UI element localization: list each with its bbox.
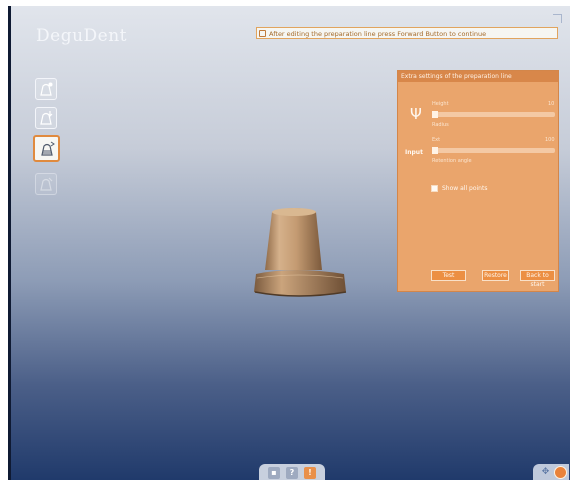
help-button[interactable]: ? [286, 467, 298, 479]
info-icon [259, 30, 266, 37]
app-window: DeguDent After editing the preparation l… [8, 6, 570, 480]
bell-layers-icon [41, 141, 55, 156]
slider2-sublabel: Retention angle [432, 158, 472, 164]
restore-button[interactable]: Restore [482, 270, 509, 281]
preparation-icon: Ψ [410, 105, 422, 123]
tool-bell-layers[interactable] [33, 135, 60, 162]
info-button[interactable]: ! [304, 467, 316, 479]
tool-bell-badge[interactable] [35, 78, 57, 100]
panel-title: Extra settings of the preparation line [398, 71, 558, 82]
angle-slider[interactable] [432, 148, 555, 153]
instruction-text: After editing the preparation line press… [269, 30, 487, 38]
instruction-bar: After editing the preparation line press… [256, 27, 558, 39]
slider2-max: 100 [545, 137, 555, 143]
die-model[interactable] [248, 204, 348, 299]
app-logo: DeguDent [36, 26, 127, 46]
bell-edit-icon [40, 177, 53, 191]
param-tag: Input [405, 149, 423, 156]
slider1-max: 10 [548, 101, 555, 107]
bell-arrow-icon [40, 111, 53, 125]
forward-button[interactable] [554, 466, 567, 479]
bottom-toolbar: ▪ ? ! [259, 464, 325, 480]
back-to-start-button[interactable]: Back to start [520, 270, 555, 288]
show-points-checkbox[interactable] [431, 185, 438, 192]
bell-badge-icon [40, 82, 53, 96]
angle-slider-handle[interactable] [432, 147, 438, 154]
tool-bell-edit[interactable] [35, 173, 57, 195]
height-slider-handle[interactable] [432, 111, 438, 118]
resize-corner-icon[interactable] [553, 14, 562, 23]
settings-panel: Extra settings of the preparation line Ψ… [397, 70, 559, 292]
test-button[interactable]: Test [431, 270, 466, 281]
show-points-label: Show all points [442, 185, 488, 192]
window-edge [8, 6, 11, 480]
slider2-label: Ext [432, 137, 441, 143]
save-button[interactable]: ▪ [268, 467, 280, 479]
slider1-label: Height [432, 101, 449, 107]
navigation-controls: ✥ [533, 464, 569, 480]
tool-bell-arrow[interactable] [35, 107, 57, 129]
height-slider[interactable] [432, 112, 555, 117]
slider1-sublabel: Radius [432, 122, 449, 128]
move-icon[interactable]: ✥ [540, 467, 551, 478]
